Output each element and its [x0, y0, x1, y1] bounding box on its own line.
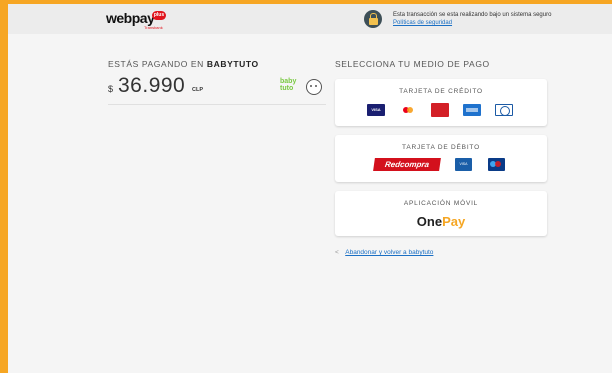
magna-icon	[431, 103, 449, 117]
divider	[108, 104, 326, 105]
top-bar: webpay plus Transbank Esta transacción s…	[8, 4, 612, 34]
visa-icon: VISA	[367, 104, 385, 116]
webpay-logo: webpay plus Transbank	[106, 10, 176, 30]
diners-icon	[495, 104, 513, 116]
security-policy-link[interactable]: Políticas de seguridad	[393, 20, 452, 26]
paying-prefix: ESTÁS PAGANDO EN	[108, 59, 204, 69]
lock-icon	[364, 10, 382, 28]
abandon-link[interactable]: < Abandonar y volver a babytuto	[335, 249, 433, 256]
merchant-name: BABYTUTO	[206, 59, 259, 69]
onepay-logo: OnePay	[335, 214, 547, 229]
payment-methods-title: SELECCIONA TU MEDIO DE PAGO	[335, 59, 490, 69]
credit-card-option[interactable]: TARJETA DE CRÉDITO VISA	[335, 79, 547, 126]
abandon-link-label: Abandonar y volver a babytuto	[345, 249, 434, 256]
mastercard-icon	[402, 104, 416, 116]
onepay-pay: Pay	[442, 214, 466, 229]
maestro-icon	[488, 158, 505, 171]
merchant-logo: baby tuto	[280, 77, 326, 99]
mobile-app-option[interactable]: APLICACIÓN MÓVIL OnePay	[335, 191, 547, 236]
secure-notice-text: Esta transacción se esta realizando bajo…	[393, 12, 552, 18]
amex-icon	[463, 104, 481, 116]
credit-card-label: TARJETA DE CRÉDITO	[399, 88, 483, 95]
debit-card-label: TARJETA DE DÉBITO	[402, 144, 480, 151]
secure-notice: Esta transacción se esta realizando bajo…	[393, 11, 563, 27]
amount-value: 36.990	[118, 74, 186, 97]
merchant-logo-text: baby tuto	[280, 78, 297, 92]
paying-label: ESTÁS PAGANDO EN BABYTUTO	[108, 59, 259, 69]
redcompra-icon: Redcompra	[373, 158, 441, 171]
currency-symbol: $	[108, 84, 114, 94]
logo-plus-badge: plus	[152, 11, 166, 20]
baby-face-icon	[306, 79, 322, 95]
debit-card-option[interactable]: TARJETA DE DÉBITO Redcompra VISA	[335, 135, 547, 182]
logo-wordmark: webpay	[106, 10, 155, 26]
chevron-left-icon: <	[335, 249, 339, 256]
onepay-one: One	[416, 214, 443, 229]
currency-code: CLP	[192, 87, 203, 93]
visa-electron-icon: VISA	[455, 158, 472, 171]
mobile-app-label: APLICACIÓN MÓVIL	[403, 200, 479, 207]
logo-subtitle: Transbank	[144, 25, 163, 30]
webpay-frame: webpay plus Transbank Esta transacción s…	[8, 4, 612, 373]
